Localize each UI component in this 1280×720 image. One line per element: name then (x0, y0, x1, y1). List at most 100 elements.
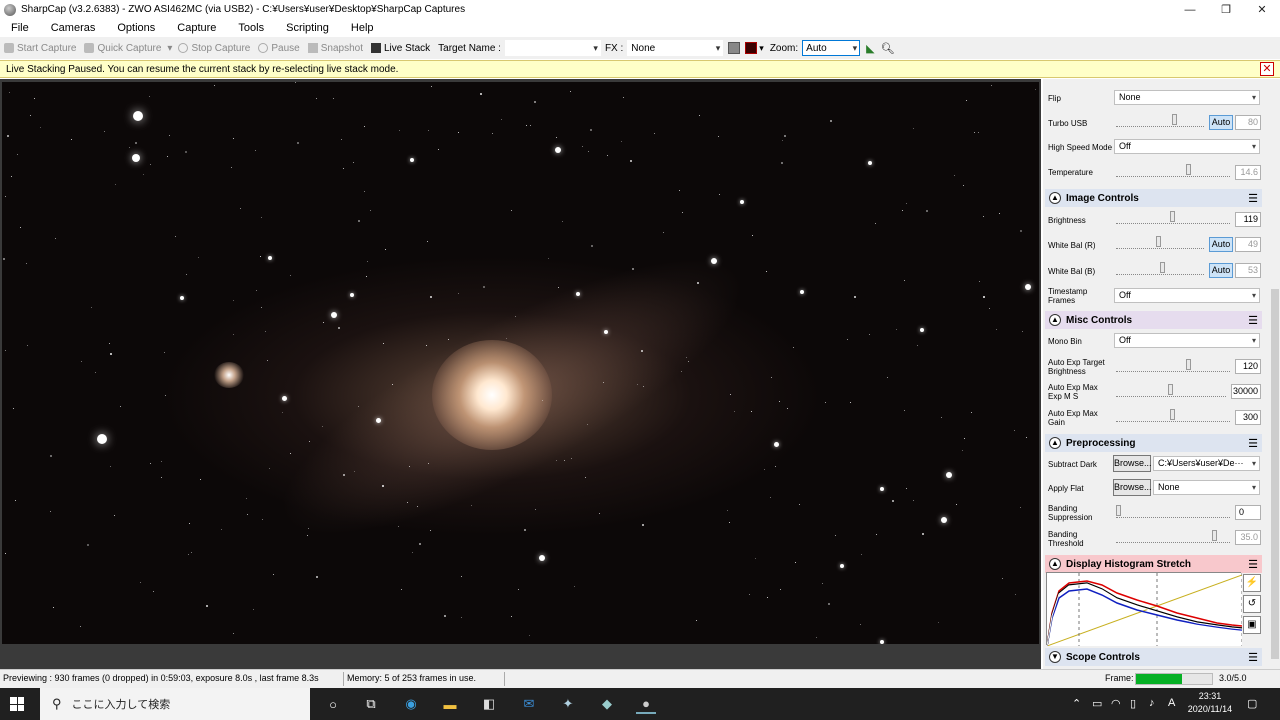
apply-flat-browse-button[interactable]: Browse... (1113, 479, 1152, 496)
app-icon[interactable]: ◆ (597, 694, 617, 714)
preview-area[interactable] (0, 79, 1041, 669)
white-bal-b-auto-button[interactable]: Auto (1209, 263, 1233, 278)
white-bal-b-value[interactable]: 53 (1235, 263, 1261, 278)
auto-exp-max-ms-slider[interactable] (1116, 384, 1226, 397)
brightness-slider[interactable] (1116, 211, 1230, 224)
store-icon[interactable]: ◧ (479, 694, 499, 714)
stop-icon (178, 43, 189, 53)
subtract-dark-browse-button[interactable]: Browse... (1113, 455, 1152, 472)
hamburger-menu-icon[interactable]: ☰ (1248, 558, 1258, 571)
pause-button[interactable]: Pause (258, 43, 300, 54)
minimize-button[interactable]: — (1172, 0, 1208, 19)
preview-status: Previewing : 930 frames (0 dropped) in 0… (3, 673, 319, 683)
notification-center-icon[interactable]: ▢ (1247, 697, 1257, 710)
notification-message: Live Stacking Paused. You can resume the… (6, 63, 399, 75)
maximize-button[interactable]: ❐ (1208, 0, 1244, 19)
taskbar-search-box[interactable]: ⚲ ここに入力して検索 (40, 688, 310, 720)
fx-select[interactable]: None (627, 40, 724, 56)
wifi-icon[interactable]: ◠ (1111, 697, 1121, 710)
quick-capture-button[interactable]: Quick Capture ▾ (84, 43, 172, 54)
preprocessing-header[interactable]: ▲ Preprocessing ☰ (1045, 434, 1262, 452)
apply-flat-select[interactable]: None (1153, 480, 1260, 495)
frame-label: Frame: (1105, 673, 1134, 683)
flip-select[interactable]: None (1114, 90, 1260, 105)
menu-tools[interactable]: Tools (227, 22, 275, 34)
image-controls-header[interactable]: ▲ Image Controls ☰ (1045, 189, 1262, 207)
subtract-dark-select[interactable]: C:¥Users¥user¥De··· (1153, 456, 1260, 471)
auto-exp-max-ms-value[interactable]: 30000 (1231, 384, 1261, 399)
mono-bin-select[interactable]: Off (1114, 333, 1260, 348)
start-capture-button[interactable]: Start Capture (4, 43, 76, 54)
high-speed-select[interactable]: Off (1114, 139, 1260, 154)
sharpcap-taskbar-icon[interactable]: ● (636, 694, 656, 714)
volume-icon[interactable]: ♪ (1149, 697, 1155, 709)
auto-exp-max-gain-slider[interactable] (1116, 409, 1230, 422)
zoom-tool-icon[interactable]: 🔍︎ (881, 42, 895, 55)
panel-scrollbar[interactable] (1270, 79, 1280, 669)
grayscale-icon[interactable] (728, 42, 741, 54)
zoom-select[interactable]: Auto (802, 40, 861, 56)
windows-start-icon[interactable] (10, 697, 24, 711)
banding-suppression-value[interactable]: 0 (1235, 505, 1261, 520)
turbo-usb-value[interactable]: 80 (1235, 115, 1261, 130)
menu-scripting[interactable]: Scripting (275, 22, 340, 34)
menu-help[interactable]: Help (340, 22, 385, 34)
auto-exp-max-gain-value[interactable]: 300 (1235, 410, 1261, 425)
snapshot-icon (307, 43, 318, 53)
hamburger-menu-icon[interactable]: ☰ (1248, 651, 1258, 664)
frame-progress-bar (1135, 673, 1213, 685)
hamburger-menu-icon[interactable]: ☰ (1248, 437, 1258, 450)
turbo-usb-auto-button[interactable]: Auto (1209, 115, 1233, 130)
taskbar-clock[interactable]: 23:31 2020/11/14 (1185, 690, 1235, 716)
mail-icon[interactable]: ✉ (519, 694, 539, 714)
close-notification-icon[interactable]: ✕ (1260, 62, 1274, 76)
menu-options[interactable]: Options (106, 22, 166, 34)
ime-indicator[interactable]: A (1168, 697, 1175, 709)
histogram-stretch-header[interactable]: ▲ Display Histogram Stretch ☰ (1045, 555, 1262, 573)
white-bal-b-slider[interactable] (1116, 262, 1204, 275)
target-name-combo[interactable] (504, 40, 601, 56)
edge-icon[interactable]: ◉ (401, 694, 421, 714)
battery-icon[interactable]: ▯ (1130, 697, 1136, 710)
scope-controls-header[interactable]: ▼ Scope Controls ☰ (1045, 648, 1262, 666)
menu-cameras[interactable]: Cameras (40, 22, 107, 34)
auto-exp-target-slider[interactable] (1116, 359, 1230, 372)
banding-threshold-label: Banding Threshold (1048, 530, 1084, 548)
timestamp-frames-select[interactable]: Off (1114, 288, 1260, 303)
stop-capture-button[interactable]: Stop Capture (178, 43, 250, 54)
brightness-value[interactable]: 119 (1235, 212, 1261, 227)
tray-chevron-up-icon[interactable]: ⌃ (1072, 697, 1081, 710)
menu-capture[interactable]: Capture (166, 22, 227, 34)
histogram-display[interactable] (1046, 572, 1243, 647)
save-stretch-icon[interactable]: ▣ (1243, 616, 1261, 634)
auto-stretch-icon[interactable]: ⚡ (1243, 574, 1261, 592)
cortana-icon[interactable]: ○ (323, 694, 343, 714)
hamburger-menu-icon[interactable]: ☰ (1248, 192, 1258, 205)
live-stack-button[interactable]: Live Stack (371, 43, 430, 54)
auto-exp-target-value[interactable]: 120 (1235, 359, 1261, 374)
white-bal-r-slider[interactable] (1116, 236, 1204, 249)
memory-status: Memory: 5 of 253 frames in use. (347, 673, 477, 683)
chevron-down-icon[interactable]: ▾ (759, 43, 764, 54)
white-bal-r-value[interactable]: 49 (1235, 237, 1261, 252)
notification-bar: Live Stacking Paused. You can resume the… (0, 60, 1280, 78)
reset-stretch-icon[interactable]: ↺ (1243, 595, 1261, 613)
white-bal-r-auto-button[interactable]: Auto (1209, 237, 1233, 252)
windows-taskbar: ⚲ ここに入力して検索 ○ ⧉ ◉ ▬ ◧ ✉ ✦ ◆ ● ⌃ ▭ ◠ ▯ ♪ … (0, 688, 1280, 720)
snapshot-button[interactable]: Snapshot (307, 43, 363, 54)
task-view-icon[interactable]: ⧉ (361, 694, 381, 714)
network-icon[interactable]: ▭ (1092, 697, 1102, 710)
app-icon[interactable]: ✦ (558, 694, 578, 714)
histogram-icon[interactable]: ◣ (866, 42, 874, 55)
menu-file[interactable]: File (0, 22, 40, 34)
hamburger-menu-icon[interactable]: ☰ (1248, 314, 1258, 327)
banding-suppression-slider[interactable] (1116, 505, 1230, 518)
file-explorer-icon[interactable]: ▬ (440, 694, 460, 714)
high-speed-label: High Speed Mode (1048, 143, 1113, 152)
reticle-icon[interactable] (745, 42, 758, 54)
white-bal-r-label: White Bal (R) (1048, 241, 1096, 250)
auto-exp-max-gain-label: Auto Exp Max Gain (1048, 409, 1098, 427)
turbo-usb-slider[interactable] (1116, 114, 1204, 127)
misc-controls-header[interactable]: ▲ Misc Controls ☰ (1045, 311, 1262, 329)
close-window-button[interactable]: ✕ (1244, 0, 1280, 19)
